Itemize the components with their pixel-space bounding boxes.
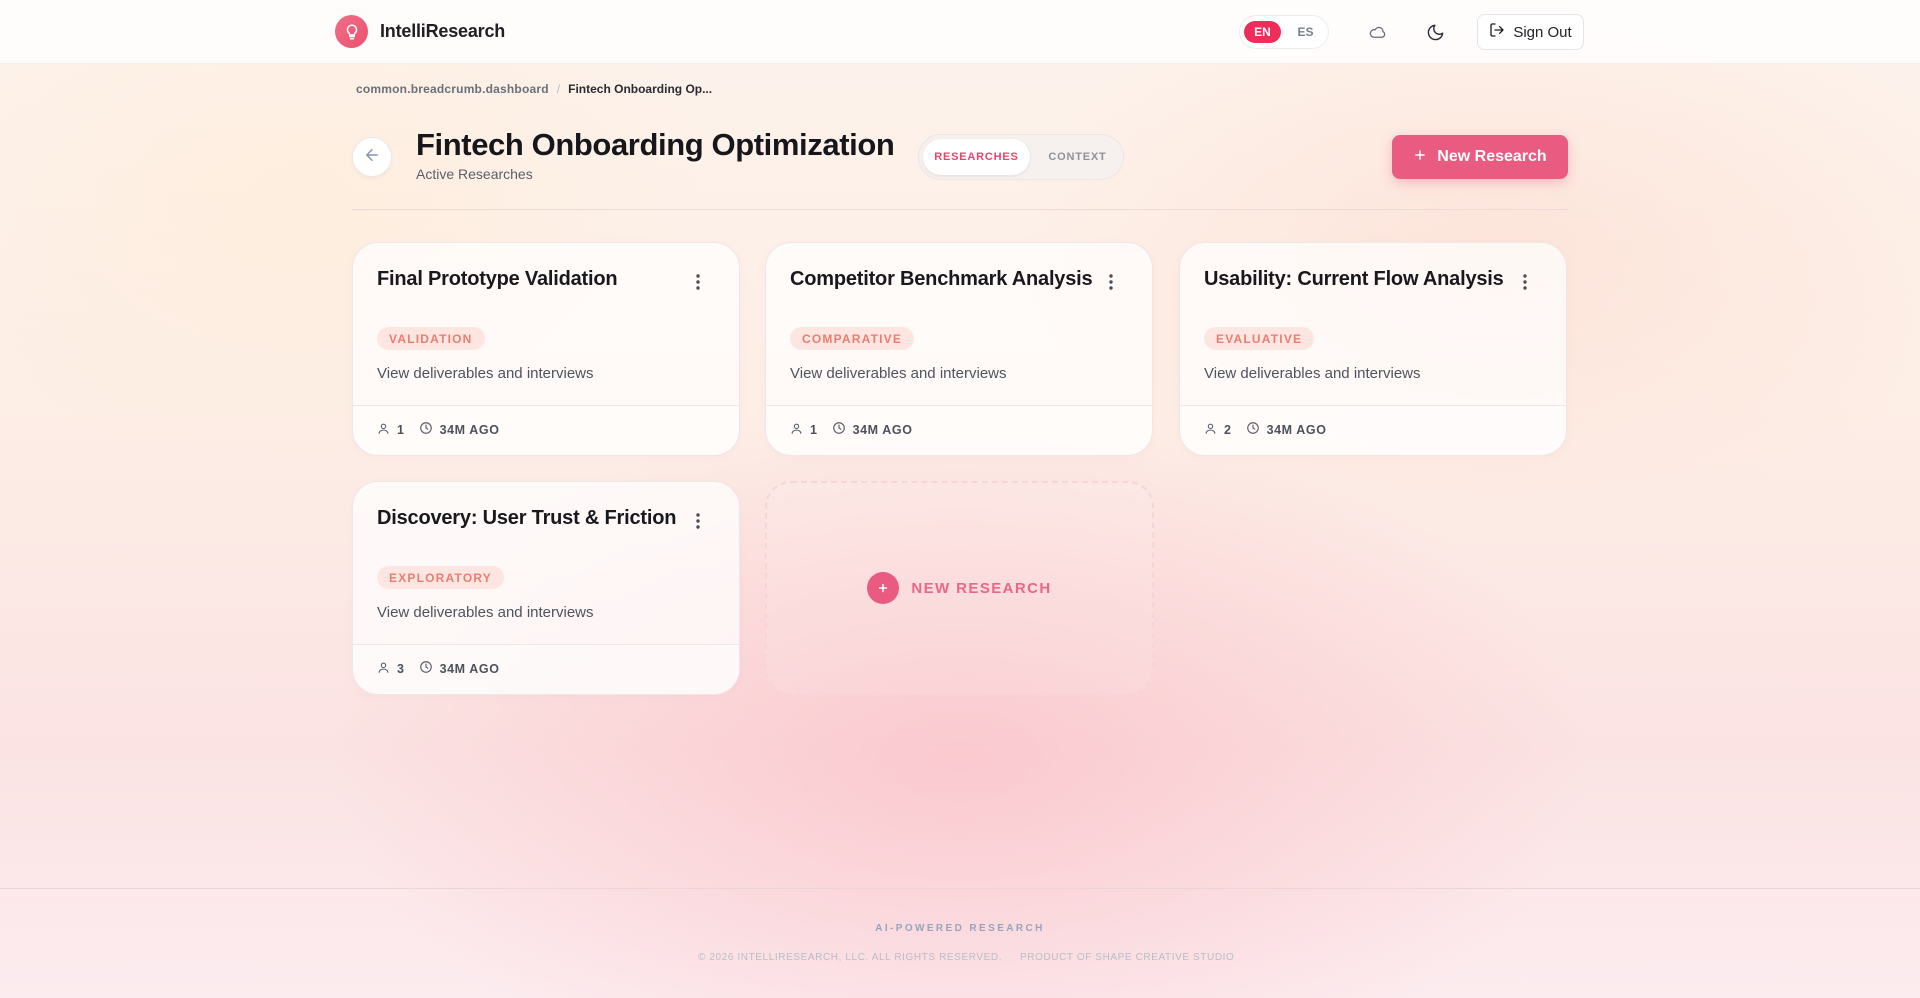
lightbulb-icon xyxy=(335,15,368,48)
sign-out-button[interactable]: Sign Out xyxy=(1477,14,1584,50)
card-description: View deliverables and interviews xyxy=(377,604,594,621)
plus-icon xyxy=(1413,148,1427,167)
card-meta: 1 34M AGO xyxy=(790,421,913,438)
card-footer: 1 34M AGO xyxy=(353,405,739,455)
breadcrumb-separator: / xyxy=(556,82,561,96)
more-vertical-icon[interactable] xyxy=(691,512,705,530)
back-button[interactable] xyxy=(352,137,392,177)
lang-option-es[interactable]: ES xyxy=(1287,21,1324,43)
research-type-badge: COMPARATIVE xyxy=(790,327,915,350)
card-footer: 2 34M AGO xyxy=(1180,405,1566,455)
card-description: View deliverables and interviews xyxy=(1204,365,1421,382)
updated-time: 34M AGO xyxy=(439,661,500,676)
page-title: Fintech Onboarding Optimization xyxy=(416,127,895,162)
new-research-card[interactable]: NEW RESEARCH xyxy=(765,481,1154,695)
research-card[interactable]: Usability: Current Flow Analysis EVALUAT… xyxy=(1179,242,1567,456)
card-footer: 3 34M AGO xyxy=(353,644,739,694)
footer-copyright: © 2026 INTELLIRESEARCH, LLC. ALL RIGHTS … xyxy=(698,952,1003,963)
research-type-badge: VALIDATION xyxy=(377,327,485,350)
user-icon xyxy=(790,422,803,438)
tab-context[interactable]: CONTEXT xyxy=(1036,139,1119,175)
language-toggle: EN ES xyxy=(1239,15,1329,49)
plus-icon xyxy=(867,572,900,604)
user-icon xyxy=(1204,422,1217,438)
participant-count: 1 xyxy=(810,422,818,437)
card-description: View deliverables and interviews xyxy=(377,365,594,382)
tab-researches[interactable]: RESEARCHES xyxy=(923,139,1030,175)
arrow-left-icon xyxy=(363,146,381,169)
top-header: IntelliResearch EN ES Sign Out xyxy=(0,0,1920,64)
card-title: Discovery: User Trust & Friction xyxy=(377,507,677,529)
user-icon xyxy=(377,661,390,677)
app-name: IntelliResearch xyxy=(380,21,506,41)
clock-icon xyxy=(1246,421,1260,438)
sign-out-icon xyxy=(1489,22,1505,42)
updated-time: 34M AGO xyxy=(1266,422,1327,437)
breadcrumb-dashboard[interactable]: common.breadcrumb.dashboard xyxy=(356,82,549,96)
updated-time: 34M AGO xyxy=(439,422,500,437)
participant-count: 3 xyxy=(397,661,405,676)
new-research-card-label: NEW RESEARCH xyxy=(911,579,1052,597)
card-title: Competitor Benchmark Analysis xyxy=(790,268,1093,290)
card-footer: 1 34M AGO xyxy=(766,405,1152,455)
research-card[interactable]: Final Prototype Validation VALIDATION Vi… xyxy=(352,242,740,456)
more-vertical-icon[interactable] xyxy=(1104,273,1118,291)
brand[interactable]: IntelliResearch xyxy=(335,15,505,48)
updated-time: 34M AGO xyxy=(852,422,913,437)
participant-count: 1 xyxy=(397,422,405,437)
new-research-button[interactable]: New Research xyxy=(1392,135,1568,179)
breadcrumb: common.breadcrumb.dashboard / Fintech On… xyxy=(356,82,712,96)
view-tabs: RESEARCHES CONTEXT xyxy=(918,134,1124,180)
cloud-icon[interactable] xyxy=(1362,17,1392,47)
section-divider xyxy=(352,209,1568,210)
new-research-label: New Research xyxy=(1437,148,1547,165)
card-meta: 1 34M AGO xyxy=(377,421,500,438)
clock-icon xyxy=(832,421,846,438)
research-card[interactable]: Discovery: User Trust & Friction EXPLORA… xyxy=(352,481,740,695)
footer-tagline: AI-POWERED RESEARCH xyxy=(875,923,1045,934)
moon-icon[interactable] xyxy=(1420,17,1450,47)
research-type-badge: EVALUATIVE xyxy=(1204,327,1315,350)
clock-icon xyxy=(419,421,433,438)
breadcrumb-current: Fintech Onboarding Op... xyxy=(568,82,713,96)
card-meta: 3 34M AGO xyxy=(377,660,500,677)
page-subtitle: Active Researches xyxy=(416,166,533,182)
research-type-badge: EXPLORATORY xyxy=(377,566,504,589)
footer-divider xyxy=(0,888,1920,889)
user-icon xyxy=(377,422,390,438)
card-description: View deliverables and interviews xyxy=(790,365,1007,382)
card-meta: 2 34M AGO xyxy=(1204,421,1327,438)
footer-studio-link[interactable]: PRODUCT OF SHAPE CREATIVE STUDIO xyxy=(1020,952,1234,963)
more-vertical-icon[interactable] xyxy=(691,273,705,291)
research-card[interactable]: Competitor Benchmark Analysis COMPARATIV… xyxy=(765,242,1153,456)
clock-icon xyxy=(419,660,433,677)
lang-option-en[interactable]: EN xyxy=(1244,21,1281,43)
card-title: Usability: Current Flow Analysis xyxy=(1204,268,1504,290)
participant-count: 2 xyxy=(1224,422,1232,437)
sign-out-label: Sign Out xyxy=(1513,23,1572,41)
card-title: Final Prototype Validation xyxy=(377,268,618,290)
more-vertical-icon[interactable] xyxy=(1518,273,1532,291)
